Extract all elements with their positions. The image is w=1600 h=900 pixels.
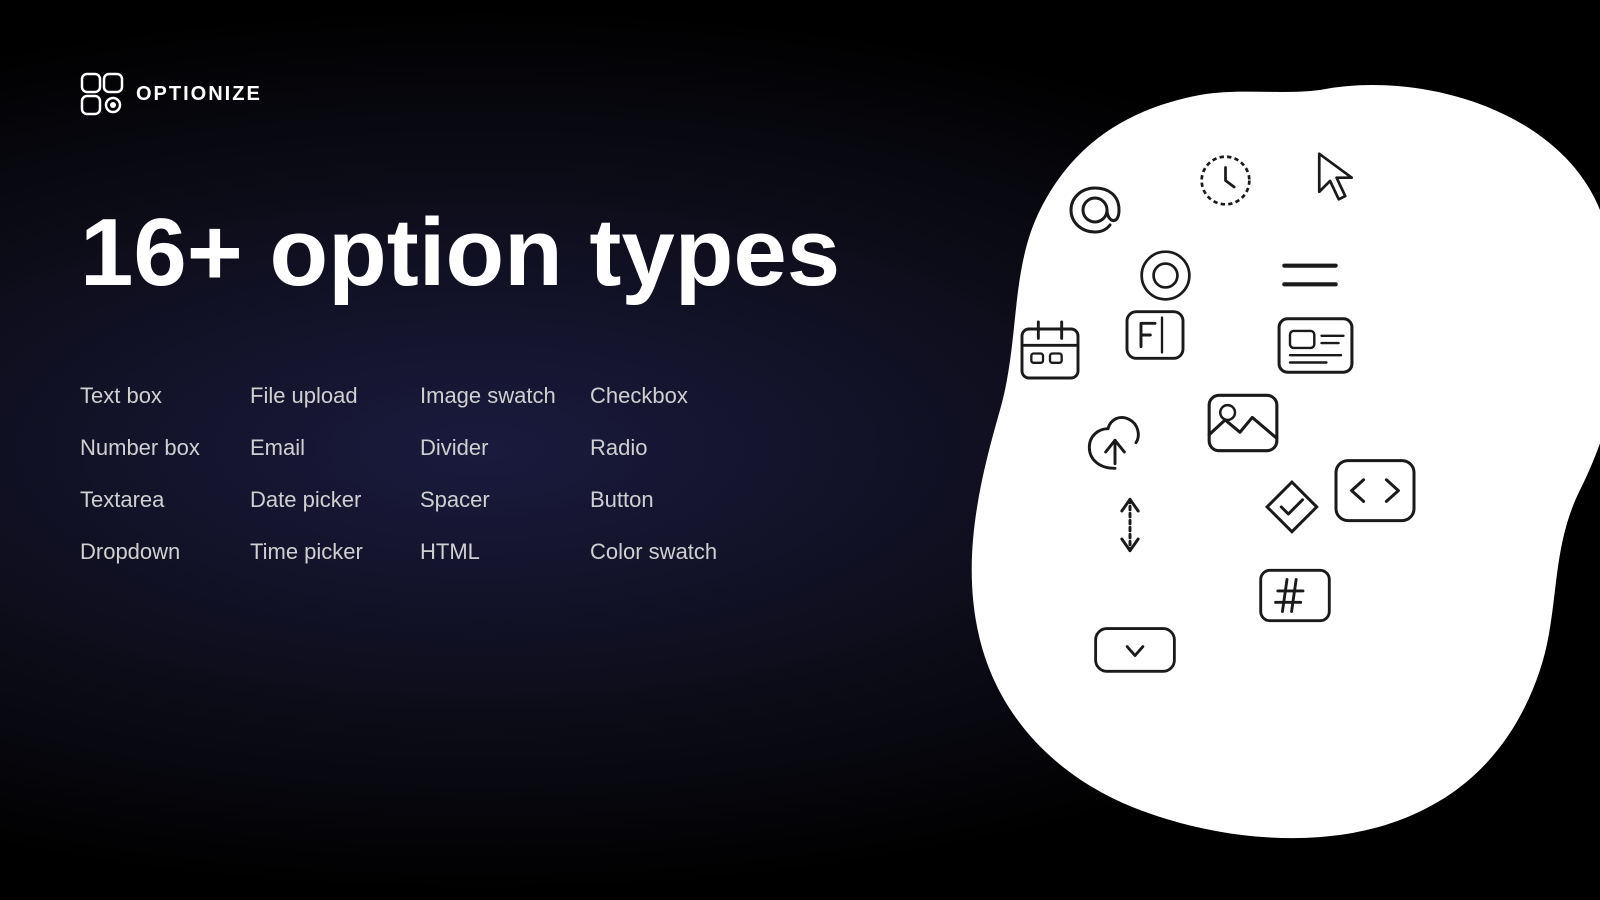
options-grid: Text box File upload Image swatch Checkb… (80, 370, 760, 578)
option-color-swatch: Color swatch (590, 526, 760, 578)
logo-icon (80, 72, 124, 116)
option-email: Email (250, 422, 420, 474)
equals-icon (1275, 255, 1345, 295)
option-radio: Radio (590, 422, 760, 474)
option-image-swatch: Image swatch (420, 370, 590, 422)
option-textarea: Textarea (80, 474, 250, 526)
option-button: Button (590, 474, 760, 526)
diamond-icon (1260, 475, 1325, 540)
spacer-icon (1100, 495, 1160, 555)
calendar-icon (1010, 310, 1090, 390)
card-icon (1270, 305, 1360, 385)
upload-icon (1075, 405, 1155, 485)
option-divider: Divider (420, 422, 590, 474)
icons-layer (900, 30, 1600, 870)
number-box-icon (1255, 560, 1335, 630)
main-heading: 16+ option types (80, 200, 840, 306)
option-checkbox: Checkbox (590, 370, 760, 422)
image-swatch-icon (1200, 380, 1285, 465)
option-dropdown: Dropdown (80, 526, 250, 578)
textbox-icon (1115, 295, 1195, 375)
option-date-picker: Date picker (250, 474, 420, 526)
code-icon (1330, 450, 1420, 530)
option-html: HTML (420, 526, 590, 578)
cursor-icon (1295, 135, 1375, 215)
option-time-picker: Time picker (250, 526, 420, 578)
option-text-box: Text box (80, 370, 250, 422)
option-file-upload: File upload (250, 370, 420, 422)
clock-icon (1185, 140, 1265, 220)
at-icon (1055, 170, 1135, 250)
logo: OPTIONIZE (80, 72, 262, 116)
blob-container (900, 30, 1600, 870)
option-spacer: Spacer (420, 474, 590, 526)
dropdown-icon (1090, 620, 1180, 680)
option-number-box: Number box (80, 422, 250, 474)
logo-text: OPTIONIZE (136, 83, 262, 106)
